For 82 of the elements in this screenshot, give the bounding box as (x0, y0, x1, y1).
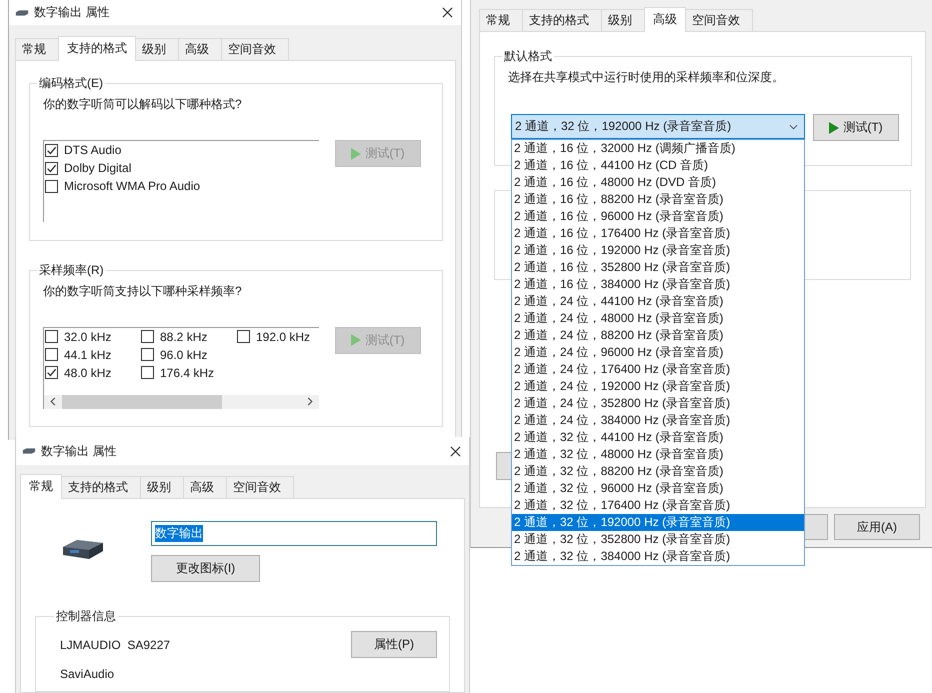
dropdown-option[interactable]: 2 通道，16 位，88200 Hz (录音室音质) (512, 191, 804, 208)
format-label: DTS Audio (64, 143, 122, 157)
device-icon (61, 537, 105, 561)
chevron-right-icon[interactable] (307, 397, 313, 406)
dropdown-option[interactable]: 2 通道，24 位，384000 Hz (录音室音质) (512, 412, 804, 429)
tab[interactable]: 空间音效 (226, 476, 294, 498)
dropdown-option[interactable]: 2 通道，24 位，192000 Hz (录音室音质) (512, 378, 804, 395)
rate-label: 176.4 kHz (160, 366, 214, 380)
prompt-text: 你的数字听筒支持以下哪种采样频率? (43, 282, 243, 300)
checkbox[interactable] (237, 330, 250, 343)
rate-label: 48.0 kHz (64, 366, 112, 380)
dropdown-option[interactable]: 2 通道，32 位，44100 Hz (录音室音质) (512, 429, 804, 446)
dropdown-option[interactable]: 2 通道，16 位，48000 Hz (DVD 音质) (512, 174, 804, 191)
checkbox[interactable] (141, 366, 154, 379)
tab[interactable]: 高级 (644, 7, 686, 32)
tab[interactable]: 空间音效 (221, 38, 289, 60)
tab[interactable]: 常规 (15, 38, 59, 60)
dropdown-option[interactable]: 2 通道，32 位，352800 Hz (录音室音质) (512, 531, 804, 548)
device-icon (22, 447, 36, 455)
format-label: Dolby Digital (64, 161, 132, 175)
test-button[interactable]: 测试(T) (813, 114, 899, 141)
apply-button[interactable]: 应用(A) (834, 514, 920, 540)
dropdown-option[interactable]: 2 通道，16 位，192000 Hz (录音室音质) (512, 242, 804, 259)
rate-label: 192.0 kHz (256, 330, 310, 344)
checkbox[interactable] (141, 348, 154, 361)
dropdown-option[interactable]: 2 通道，32 位，88200 Hz (录音室音质) (512, 463, 804, 480)
description-text: 选择在共享模式中运行时使用的采样频率和位深度。 (508, 69, 785, 86)
caret-icon (789, 124, 798, 130)
group-label: 默认格式 (503, 48, 553, 65)
play-icon (829, 122, 840, 134)
tab[interactable]: 常规 (479, 9, 523, 31)
dropdown-option[interactable]: 2 通道，24 位，96000 Hz (录音室音质) (512, 344, 804, 361)
rate-label: 88.2 kHz (160, 330, 208, 344)
tab[interactable]: 空间音效 (685, 9, 753, 31)
group-label: 编码格式(E) (38, 75, 104, 92)
checkbox[interactable] (45, 162, 58, 174)
rate-label: 44.1 kHz (64, 348, 112, 362)
dropdown-option[interactable]: 2 通道，32 位，176400 Hz (录音室音质) (512, 497, 804, 514)
group-label: 采样频率(R) (38, 262, 105, 278)
dropdown-option[interactable]: 2 通道，32 位，48000 Hz (录音室音质) (512, 446, 804, 463)
prompt-text: 你的数字听筒可以解码以下哪种格式? (43, 96, 243, 113)
dropdown-option[interactable]: 2 通道，16 位，96000 Hz (录音室音质) (512, 208, 804, 225)
properties-button[interactable]: 属性(P) (351, 631, 437, 658)
format-dropdown[interactable]: 2 通道，32 位，192000 Hz (录音室音质) (511, 114, 805, 139)
controller-name: LJMAUDIO SA9227 (60, 638, 170, 652)
device-icon (15, 8, 29, 16)
vendor-name: SaviAudio (60, 667, 114, 681)
format-label: Microsoft WMA Pro Audio (64, 179, 200, 193)
play-icon (351, 148, 362, 160)
dropdown-option[interactable]: 2 通道，24 位，44100 Hz (录音室音质) (512, 293, 804, 310)
play-icon (351, 334, 362, 346)
dropdown-option[interactable]: 2 通道，16 位，176400 Hz (录音室音质) (512, 225, 804, 242)
dropdown-option[interactable]: 2 通道，16 位，352800 Hz (录音室音质) (512, 259, 804, 276)
dropdown-option[interactable]: 2 通道，24 位，88200 Hz (录音室音质) (512, 327, 804, 344)
dropdown-option[interactable]: 2 通道，24 位，176400 Hz (录音室音质) (512, 361, 804, 378)
horizontal-scrollbar[interactable] (44, 394, 319, 408)
checkbox[interactable] (45, 330, 58, 343)
checkbox[interactable] (45, 348, 58, 361)
dropdown-option[interactable]: 2 通道，16 位，44100 Hz (CD 音质) (512, 157, 804, 174)
rate-label: 32.0 kHz (64, 330, 112, 344)
tab[interactable]: 支持的格式 (58, 36, 136, 61)
dropdown-option[interactable]: 2 通道，32 位，192000 Hz (录音室音质) (512, 514, 804, 531)
window-title: 数字输出 属性 (41, 442, 116, 460)
close-icon[interactable] (442, 7, 453, 18)
chevron-left-icon[interactable] (50, 397, 56, 406)
group-label: 控制器信息 (55, 608, 117, 625)
checkbox[interactable] (45, 366, 58, 379)
dropdown-option[interactable]: 2 通道，24 位，352800 Hz (录音室音质) (512, 395, 804, 412)
dropdown-option[interactable]: 2 通道，32 位，96000 Hz (录音室音质) (512, 480, 804, 497)
checkbox[interactable] (141, 330, 154, 343)
checkbox[interactable] (45, 180, 58, 192)
dropdown-option[interactable]: 2 通道，32 位，384000 Hz (录音室音质) (512, 548, 804, 565)
rate-label: 96.0 kHz (160, 348, 208, 362)
change-icon-button[interactable]: 更改图标(I) (151, 555, 260, 582)
dropdown-option[interactable]: 2 通道，16 位，384000 Hz (录音室音质) (512, 276, 804, 293)
name-field[interactable]: 数字输出 (151, 521, 437, 546)
tab[interactable]: 常规 (20, 474, 62, 499)
checkbox[interactable] (45, 144, 58, 156)
dropdown-option[interactable]: 2 通道，16 位，32000 Hz (调频广播音质) (512, 140, 804, 157)
close-icon[interactable] (450, 446, 461, 456)
dropdown-option[interactable]: 2 通道，24 位，48000 Hz (录音室音质) (512, 310, 804, 327)
window-title: 数字输出 属性 (34, 4, 110, 21)
